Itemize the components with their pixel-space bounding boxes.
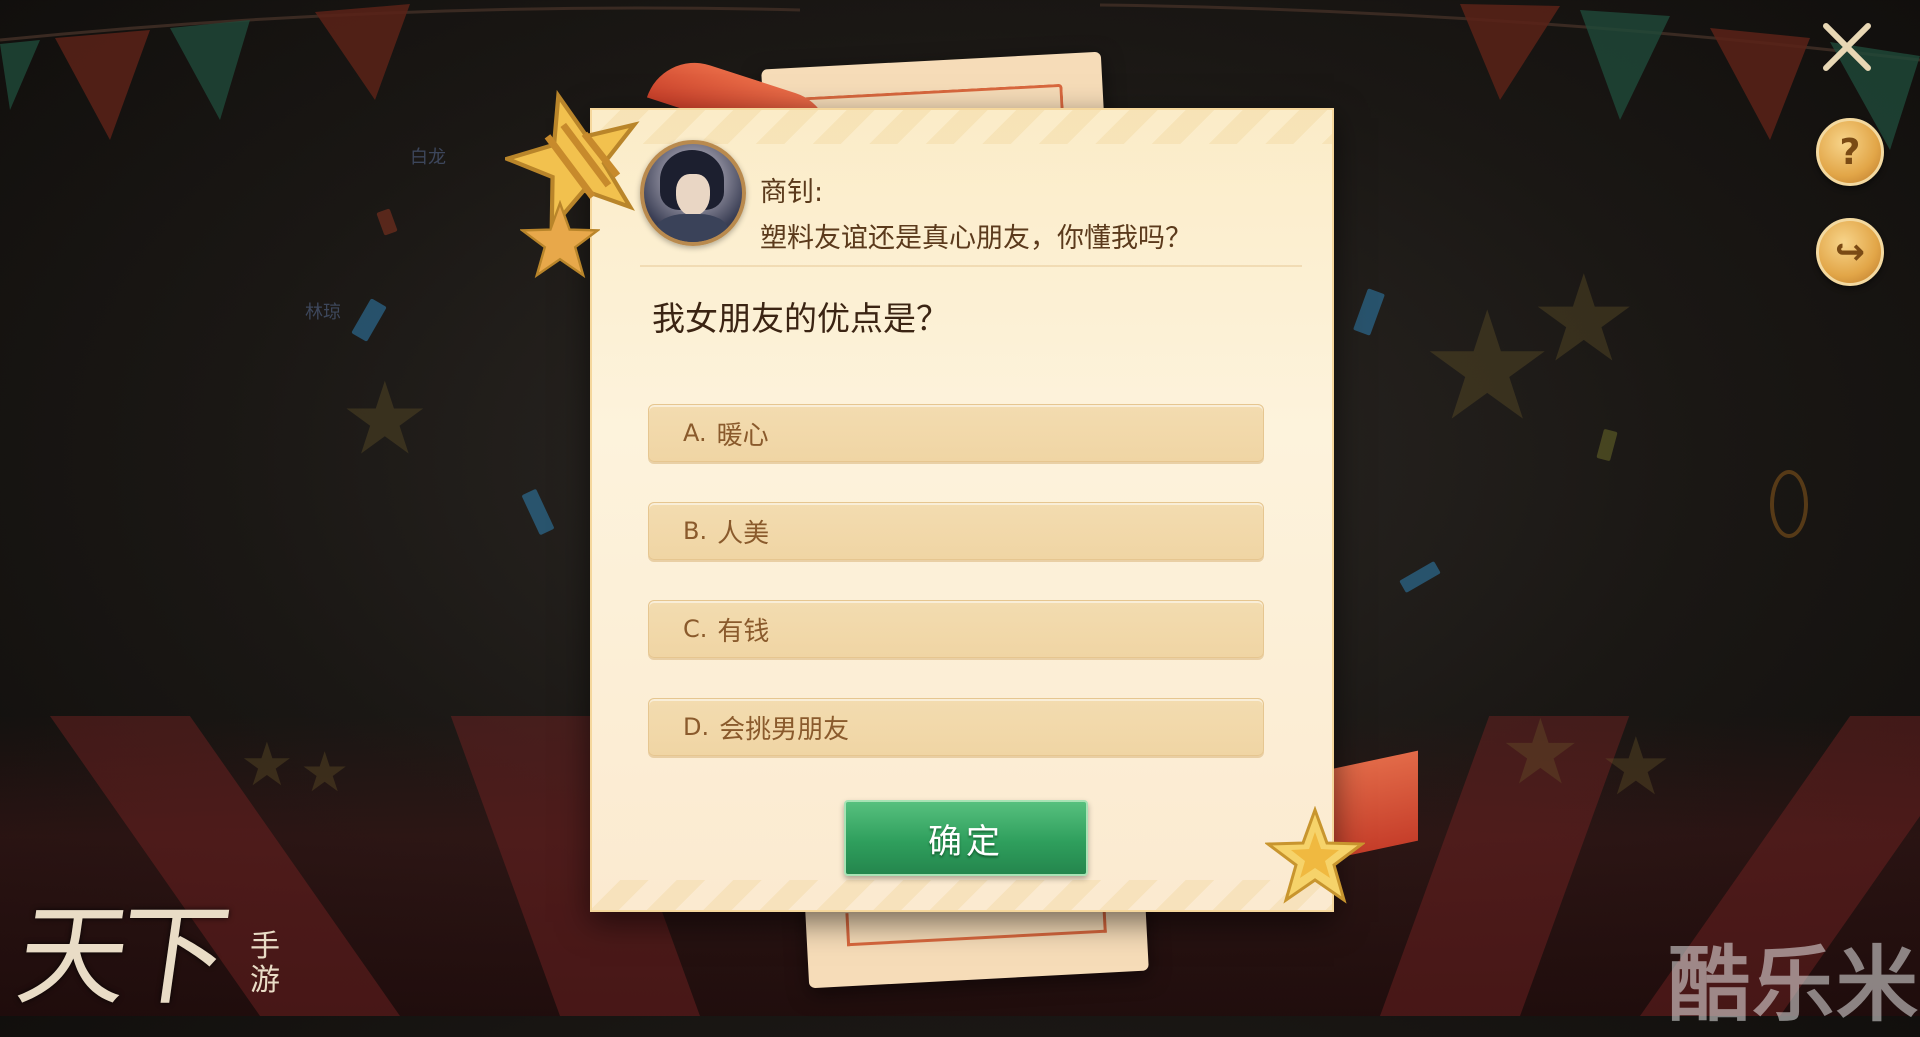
background-player-name: 林琼 bbox=[305, 302, 341, 323]
option-letter: D. bbox=[683, 713, 710, 741]
site-watermark: 酷乐米 bbox=[1668, 938, 1920, 1033]
option-label: 暖心 bbox=[716, 420, 769, 451]
npc-avatar bbox=[640, 140, 746, 246]
background-star: ★ bbox=[1600, 720, 1672, 813]
question-text: 我女朋友的优点是？ bbox=[652, 299, 949, 338]
game-logo-subtitle: 手 游 bbox=[250, 930, 280, 998]
speaker-line: 塑料友谊还是真心朋友，你懂我吗？ bbox=[760, 223, 1192, 254]
background-star: ★ bbox=[300, 740, 350, 804]
confetti bbox=[351, 298, 387, 342]
background-star: ★ bbox=[1530, 250, 1638, 389]
background-star: ★ bbox=[240, 730, 294, 800]
option-letter: A. bbox=[683, 419, 707, 447]
gold-star-icon bbox=[1265, 806, 1365, 904]
speaker-name: 商钊: bbox=[760, 177, 824, 208]
background-star: ★ bbox=[340, 360, 430, 477]
option-c[interactable]: C. 有钱 bbox=[648, 600, 1264, 658]
confetti bbox=[376, 208, 398, 236]
question-mark-icon: ? bbox=[1839, 131, 1861, 173]
share-icon: ↪ bbox=[1834, 231, 1866, 273]
option-letter: B. bbox=[683, 517, 708, 545]
share-button[interactable]: ↪ bbox=[1816, 218, 1884, 286]
answer-options: A. 暖心 B. 人美 C. 有钱 D. 会挑男朋友 bbox=[648, 404, 1264, 796]
option-a[interactable]: A. 暖心 bbox=[648, 404, 1264, 462]
confetti bbox=[1353, 288, 1385, 336]
option-b[interactable]: B. 人美 bbox=[648, 502, 1264, 560]
game-logo-subtitle-line: 手 bbox=[250, 929, 280, 964]
background-player-name: 白龙 bbox=[410, 147, 446, 168]
option-label: 有钱 bbox=[717, 616, 770, 647]
gold-star-icon bbox=[520, 200, 600, 279]
option-label: 会挑男朋友 bbox=[719, 714, 850, 745]
game-logo-title: 天下 bbox=[9, 892, 228, 1020]
confetti bbox=[1399, 560, 1441, 594]
game-logo: 天下 手 游 bbox=[10, 866, 300, 1020]
option-label: 人美 bbox=[717, 518, 770, 549]
close-icon[interactable] bbox=[1818, 18, 1876, 76]
confirm-label: 确定 bbox=[928, 821, 1004, 862]
dialog-header: 商钊: 塑料友谊还是真心朋友，你懂我吗？ bbox=[640, 140, 1302, 267]
option-letter: C. bbox=[683, 615, 708, 643]
help-button[interactable]: ? bbox=[1816, 118, 1884, 186]
quiz-dialog: 商钊: 塑料友谊还是真心朋友，你懂我吗？ 我女朋友的优点是？ A. 暖心 B. … bbox=[590, 108, 1334, 912]
background-star: ★ bbox=[1500, 700, 1581, 805]
confetti bbox=[1596, 428, 1618, 462]
confetti bbox=[521, 488, 555, 536]
game-logo-subtitle-line: 游 bbox=[250, 963, 280, 998]
option-d[interactable]: D. 会挑男朋友 bbox=[648, 698, 1264, 756]
confetti bbox=[1770, 470, 1808, 538]
confirm-button[interactable]: 确定 bbox=[844, 800, 1088, 876]
